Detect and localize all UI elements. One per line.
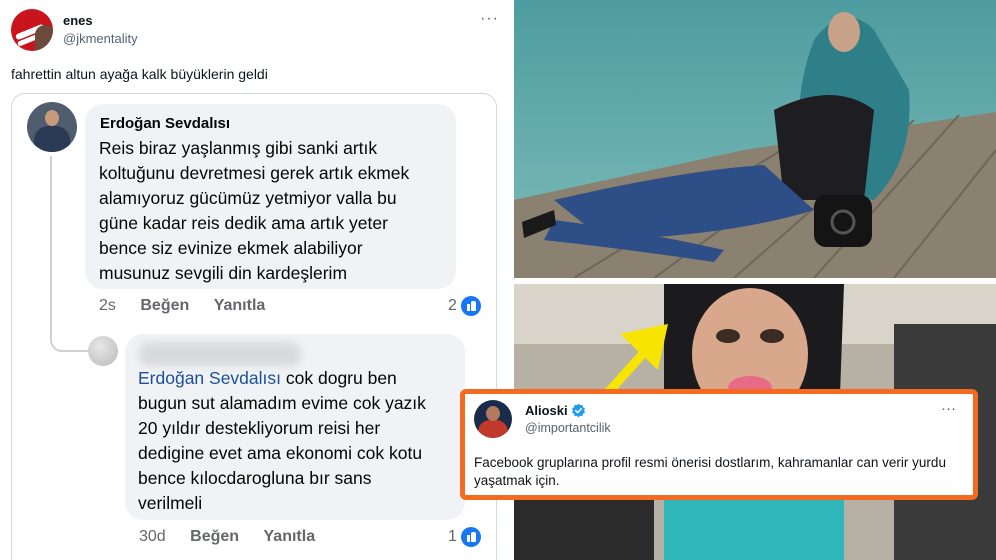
reply-bubble: Erdoğan Sevdalısı cok dogru ben bugun su…: [125, 334, 465, 520]
tweet-author-name[interactable]: enes: [63, 13, 93, 28]
verified-badge-icon: [571, 403, 585, 418]
like-button[interactable]: Beğen: [140, 297, 189, 314]
comment-bubble: Erdoğan Sevdalısı Reis biraz yaşlanmış g…: [85, 104, 456, 289]
avatar[interactable]: [11, 9, 53, 51]
tweet-card: enes @jkmentality ··· fahrettin altun ay…: [0, 0, 510, 560]
reply-time: 30d: [139, 528, 166, 545]
tweet-author-handle[interactable]: @jkmentality: [63, 31, 138, 46]
reply-button[interactable]: Yanıtla: [264, 528, 316, 545]
tweet-author-handle[interactable]: @importantcilik: [525, 421, 611, 435]
thumbs-up-icon: [460, 527, 481, 547]
blurred-author-name: [139, 342, 301, 366]
more-options-icon[interactable]: ···: [941, 400, 956, 417]
tweet-author-name[interactable]: Alioski: [525, 403, 586, 418]
reply-text: Erdoğan Sevdalısı cok dogru ben bugun su…: [138, 368, 426, 513]
mention-link[interactable]: Erdoğan Sevdalısı: [138, 368, 281, 388]
tweet-text: fahrettin altun ayağa kalk büyüklerin ge…: [11, 66, 268, 82]
more-options-icon[interactable]: ···: [480, 10, 499, 28]
like-button[interactable]: Beğen: [190, 528, 239, 545]
comment-actions: 2s Beğen Yanıtla: [99, 297, 285, 315]
comment-text: Reis biraz yaşlanmış gibi sanki artık ko…: [99, 138, 410, 283]
comment-author[interactable]: Erdoğan Sevdalısı: [100, 115, 230, 132]
comment-time: 2s: [99, 297, 116, 314]
screenshot-collage: enes @jkmentality ··· fahrettin altun ay…: [0, 0, 996, 560]
thumbs-up-icon: [460, 296, 481, 316]
reaction-count[interactable]: 1: [448, 527, 481, 547]
reply-avatar[interactable]: [88, 336, 118, 366]
reaction-count[interactable]: 2: [448, 296, 481, 316]
reply-actions: 30d Beğen Yanıtla: [139, 528, 335, 546]
photo-woman-on-pier: [514, 0, 996, 278]
highlighted-tweet[interactable]: Alioski @importantcilik ··· Facebook gru…: [460, 389, 978, 500]
commenter-avatar[interactable]: [27, 102, 77, 152]
reply-button[interactable]: Yanıtla: [214, 297, 266, 314]
tweet-text: Facebook gruplarına profil resmi önerisi…: [474, 455, 946, 488]
avatar[interactable]: [474, 400, 512, 438]
